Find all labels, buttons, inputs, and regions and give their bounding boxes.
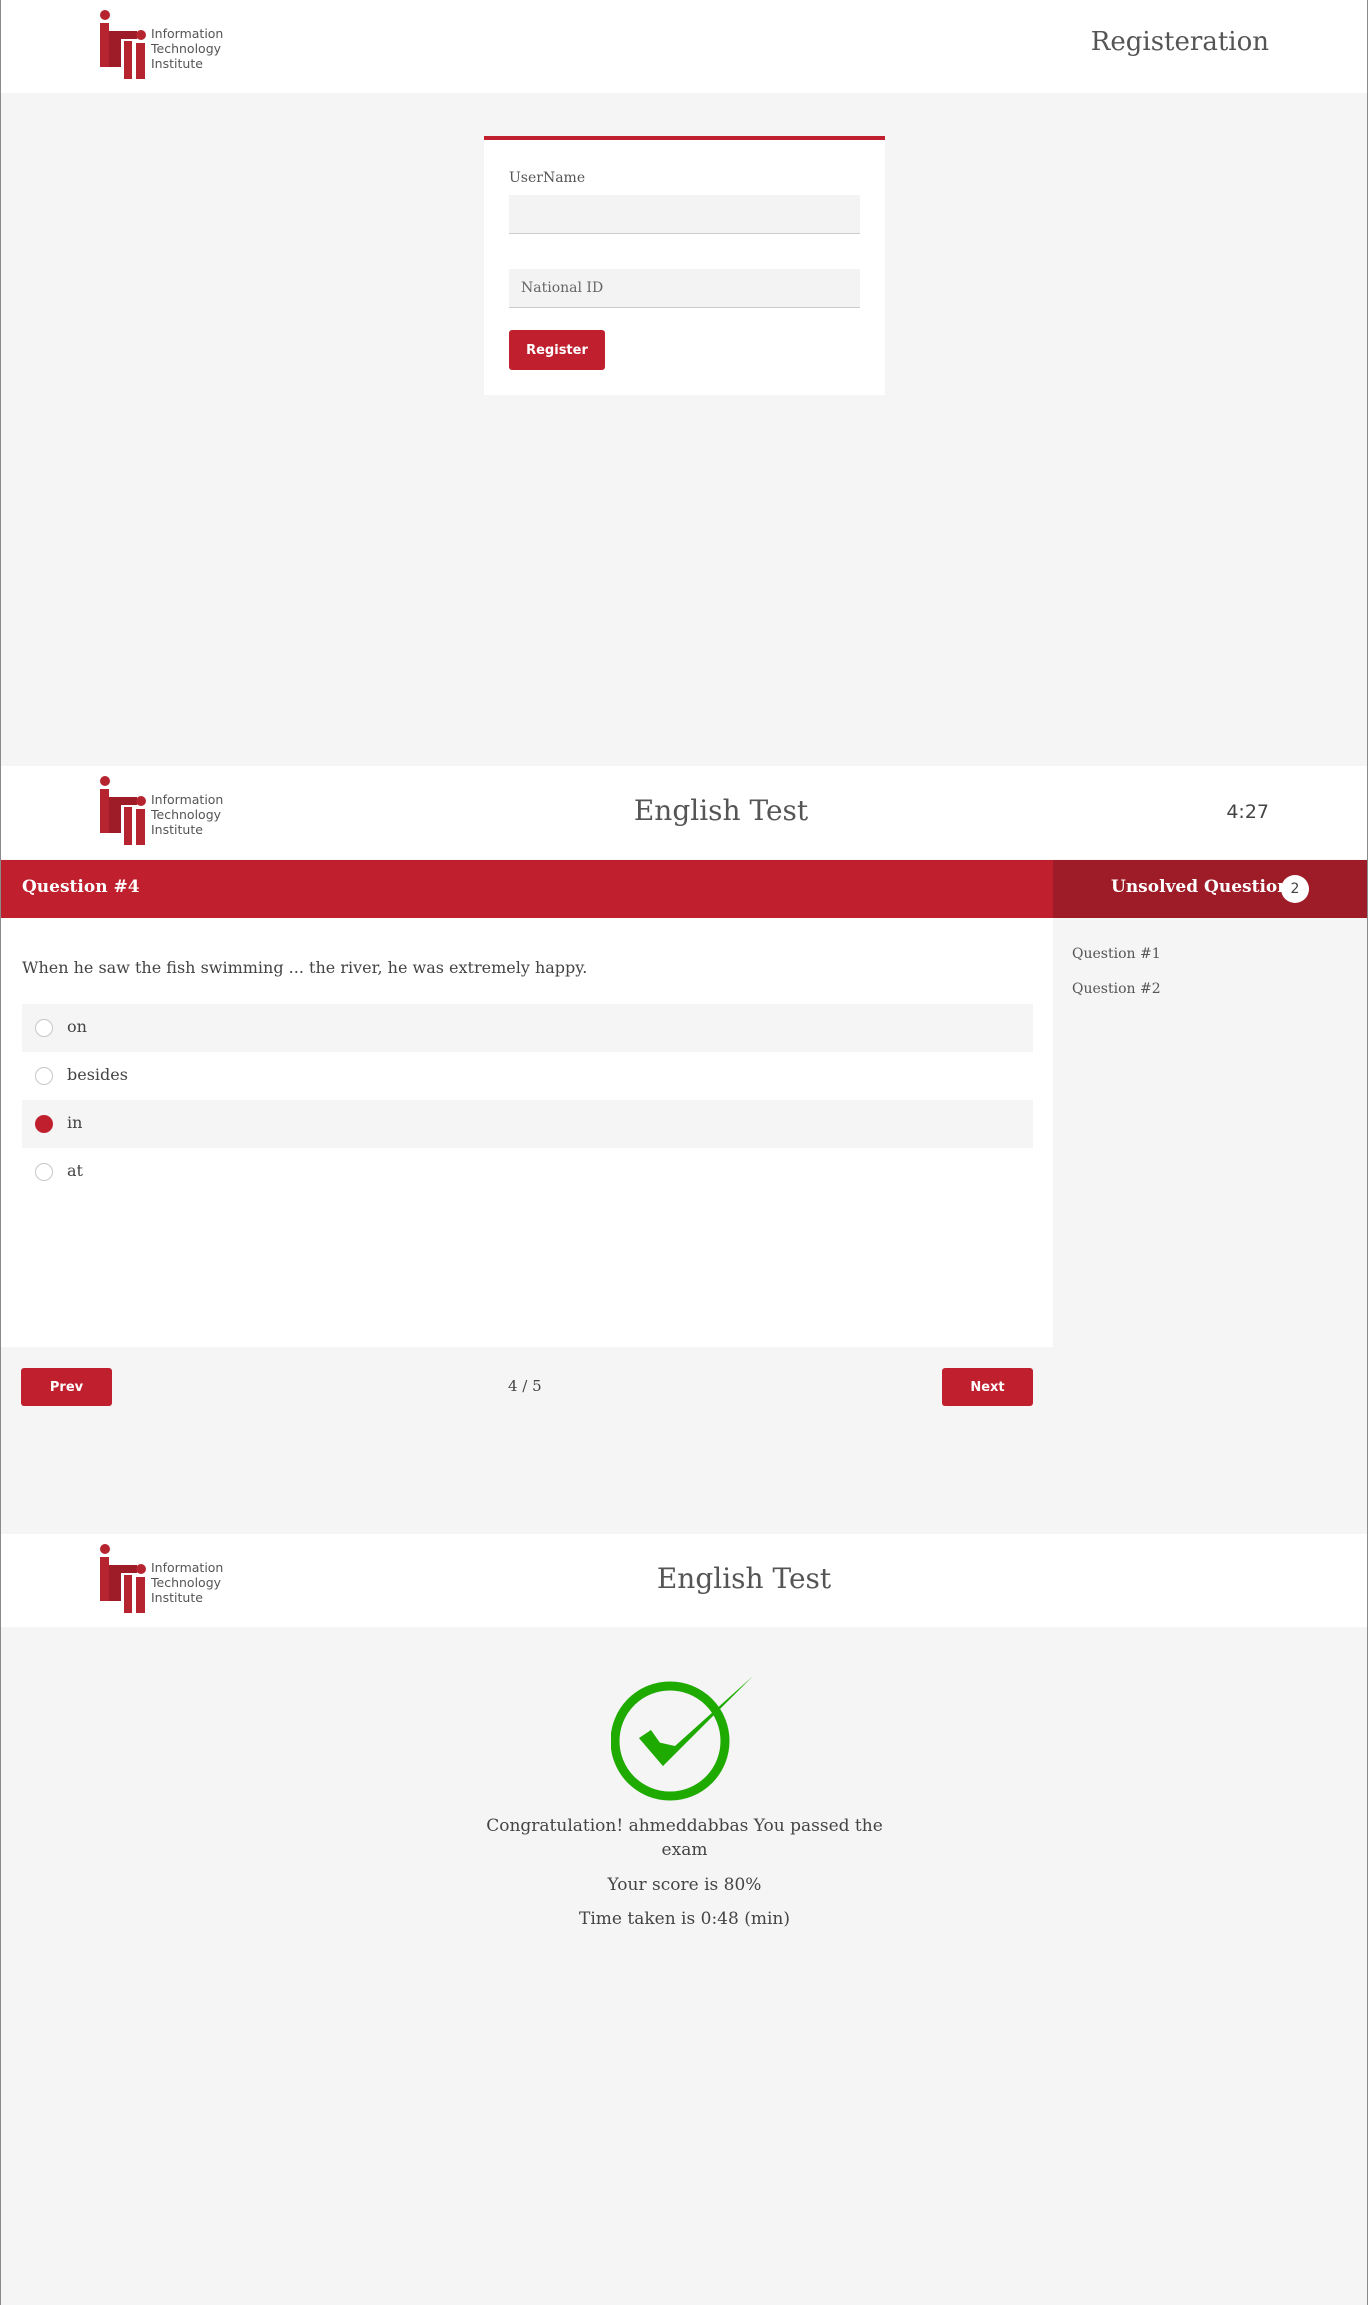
result-header: Information Technology Institute English… (1, 1534, 1367, 1627)
radio-button[interactable] (35, 1067, 53, 1085)
score-text: Your score is 80% (607, 1875, 762, 1895)
iti-logo: Information Technology Institute (97, 9, 227, 81)
question-header: Question #4 (1, 860, 1053, 918)
unsolved-question-link[interactable]: Question #2 (1072, 979, 1161, 1014)
radio-button-selected[interactable] (35, 1115, 53, 1133)
logo-text: Information Technology Institute (151, 26, 224, 71)
result-message: Congratulation! ahmeddabbas You passed t… (486, 1816, 883, 1860)
national-id-input[interactable] (509, 269, 860, 308)
checkmark-icon (610, 1672, 757, 1806)
registration-page: Information Technology Institute Registe… (1, 0, 1367, 765)
exam-header: Information Technology Institute English… (1, 766, 1367, 859)
result-page: Information Technology Institute English… (1, 1534, 1367, 2305)
unsolved-count-badge: 2 (1281, 875, 1309, 903)
question-panel: When he saw the fish swimming ... the ri… (1, 918, 1053, 1347)
register-button[interactable]: Register (509, 330, 605, 370)
next-button[interactable]: Next (942, 1368, 1033, 1406)
question-text: When he saw the fish swimming ... the ri… (22, 958, 588, 977)
registration-header: Information Technology Institute Registe… (1, 0, 1367, 93)
radio-button[interactable] (35, 1163, 53, 1181)
option-label: besides (67, 1065, 128, 1084)
registration-form: UserName Register (484, 136, 885, 395)
prev-button[interactable]: Prev (21, 1368, 112, 1406)
option-label: in (67, 1113, 83, 1132)
exam-page: Information Technology Institute English… (1, 766, 1367, 1534)
unsolved-questions-label: Unsolved Questions (1111, 877, 1300, 897)
question-pager: 4 / 5 (508, 1377, 542, 1395)
radio-button[interactable] (35, 1019, 53, 1037)
answer-option[interactable]: on (22, 1004, 1033, 1052)
timer: 4:27 (1226, 801, 1269, 823)
unsolved-questions-header: Unsolved Questions 2 (1053, 860, 1367, 918)
page-title: Registeration (1090, 27, 1269, 57)
username-input[interactable] (509, 195, 860, 234)
time-taken-text: Time taken is 0:48 (min) (579, 1909, 790, 1929)
answer-option[interactable]: in (22, 1100, 1033, 1148)
unsolved-question-link[interactable]: Question #1 (1072, 944, 1161, 979)
option-label: on (67, 1017, 87, 1036)
username-label: UserName (509, 170, 586, 186)
exam-title: English Test (633, 794, 809, 827)
option-label: at (67, 1161, 83, 1180)
result-title: English Test (656, 1562, 832, 1595)
answer-option[interactable]: at (22, 1148, 1033, 1196)
answer-option[interactable]: besides (22, 1052, 1033, 1100)
unsolved-questions-list: Question #1 Question #2 (1072, 944, 1161, 1014)
